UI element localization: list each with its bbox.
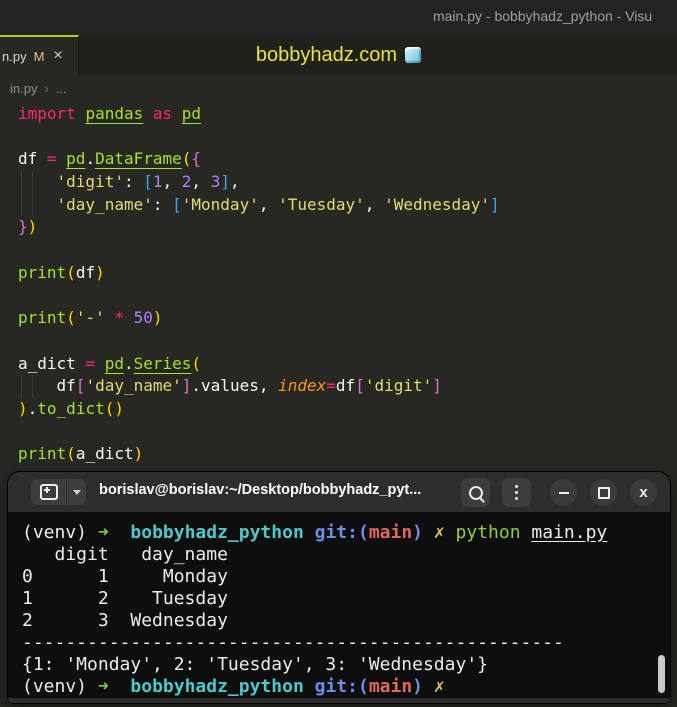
code-line: print(a_dict) xyxy=(18,444,144,464)
menu-button[interactable] xyxy=(502,478,531,507)
terminal-line: digit day_name xyxy=(22,544,228,565)
terminal-title: borislav@borislav:~/Desktop/bobbyhadz_py… xyxy=(99,482,422,498)
breadcrumb-more[interactable]: ... xyxy=(56,81,67,96)
terminal-line: 1 2 Tuesday xyxy=(22,588,228,609)
tab-dropdown-button[interactable] xyxy=(67,479,86,505)
maximize-icon xyxy=(597,486,610,499)
tab-close-icon[interactable]: × xyxy=(53,48,62,64)
minimize-icon xyxy=(558,491,569,494)
ice-cube-icon xyxy=(404,46,422,64)
terminal-line: ----------------------------------------… xyxy=(22,632,564,653)
vscode-window: main.py - bobbyhadz_python - Visu n.py M… xyxy=(0,0,677,707)
code-editor[interactable]: import pandas as pd df = pd.DataFrame({ … xyxy=(18,103,677,466)
watermark-text: bobbyhadz.com xyxy=(255,43,398,66)
breadcrumb[interactable]: in.py › ... xyxy=(10,78,67,98)
terminal-line: 2 3 Wednesday xyxy=(22,610,228,631)
kebab-menu-icon xyxy=(515,485,518,488)
code-line: print(df) xyxy=(18,262,105,282)
maximize-button[interactable] xyxy=(590,479,617,506)
window-title: main.py - bobbyhadz_python - Visu xyxy=(433,8,653,24)
chevron-down-icon xyxy=(72,489,81,495)
terminal-window: borislav@borislav:~/Desktop/bobbyhadz_py… xyxy=(8,472,670,703)
new-tab-button[interactable] xyxy=(31,479,66,505)
code-line: df['day_name'].values, index=df['digit'] xyxy=(18,375,677,398)
watermark: bobbyhadz.com xyxy=(0,35,677,75)
tab-label: n.py xyxy=(2,48,27,64)
code-line: }) xyxy=(18,217,38,237)
tab-main-py[interactable]: n.py M × xyxy=(0,35,79,75)
code-line: 'digit': [1, 2, 3], xyxy=(18,171,677,194)
terminal-line: (venv) ➜ bobbyhadz_python git:(main) ✗ p… xyxy=(22,522,608,543)
terminal-line: {1: 'Monday', 2: 'Tuesday', 3: 'Wednesda… xyxy=(22,654,488,675)
chevron-right-icon: › xyxy=(44,80,49,96)
terminal-plus-icon xyxy=(39,484,58,500)
terminal-output[interactable]: (venv) ➜ bobbyhadz_python git:(main) ✗ p… xyxy=(8,512,670,698)
terminal-line: 0 1 Monday xyxy=(22,566,228,587)
search-icon xyxy=(468,485,483,500)
code-line: a_dict = pd.Series( xyxy=(18,353,202,373)
titlebar: main.py - bobbyhadz_python - Visu xyxy=(0,0,677,35)
search-button[interactable] xyxy=(461,478,490,507)
terminal-line: (venv) ➜ bobbyhadz_python git:(main) ✗ xyxy=(22,676,445,697)
minimize-button[interactable] xyxy=(550,479,577,506)
close-icon: x xyxy=(639,483,648,501)
breadcrumb-file[interactable]: in.py xyxy=(10,81,37,96)
code-line: 'day_name': ['Monday', 'Tuesday', 'Wedne… xyxy=(18,193,677,217)
code-line: df = pd.DataFrame({ xyxy=(18,149,202,169)
modified-badge: M xyxy=(33,48,45,64)
terminal-titlebar[interactable]: borislav@borislav:~/Desktop/bobbyhadz_py… xyxy=(8,472,670,512)
code-line: import pandas as pd xyxy=(18,104,202,123)
close-button[interactable]: x xyxy=(630,479,657,506)
tab-bar: n.py M × bobbyhadz.com xyxy=(0,35,677,75)
code-line: ).to_dict() xyxy=(18,398,124,418)
terminal-scrollbar[interactable] xyxy=(658,655,665,693)
terminal-bottom-edge xyxy=(8,698,670,703)
code-line: print('-' * 50) xyxy=(18,308,163,328)
